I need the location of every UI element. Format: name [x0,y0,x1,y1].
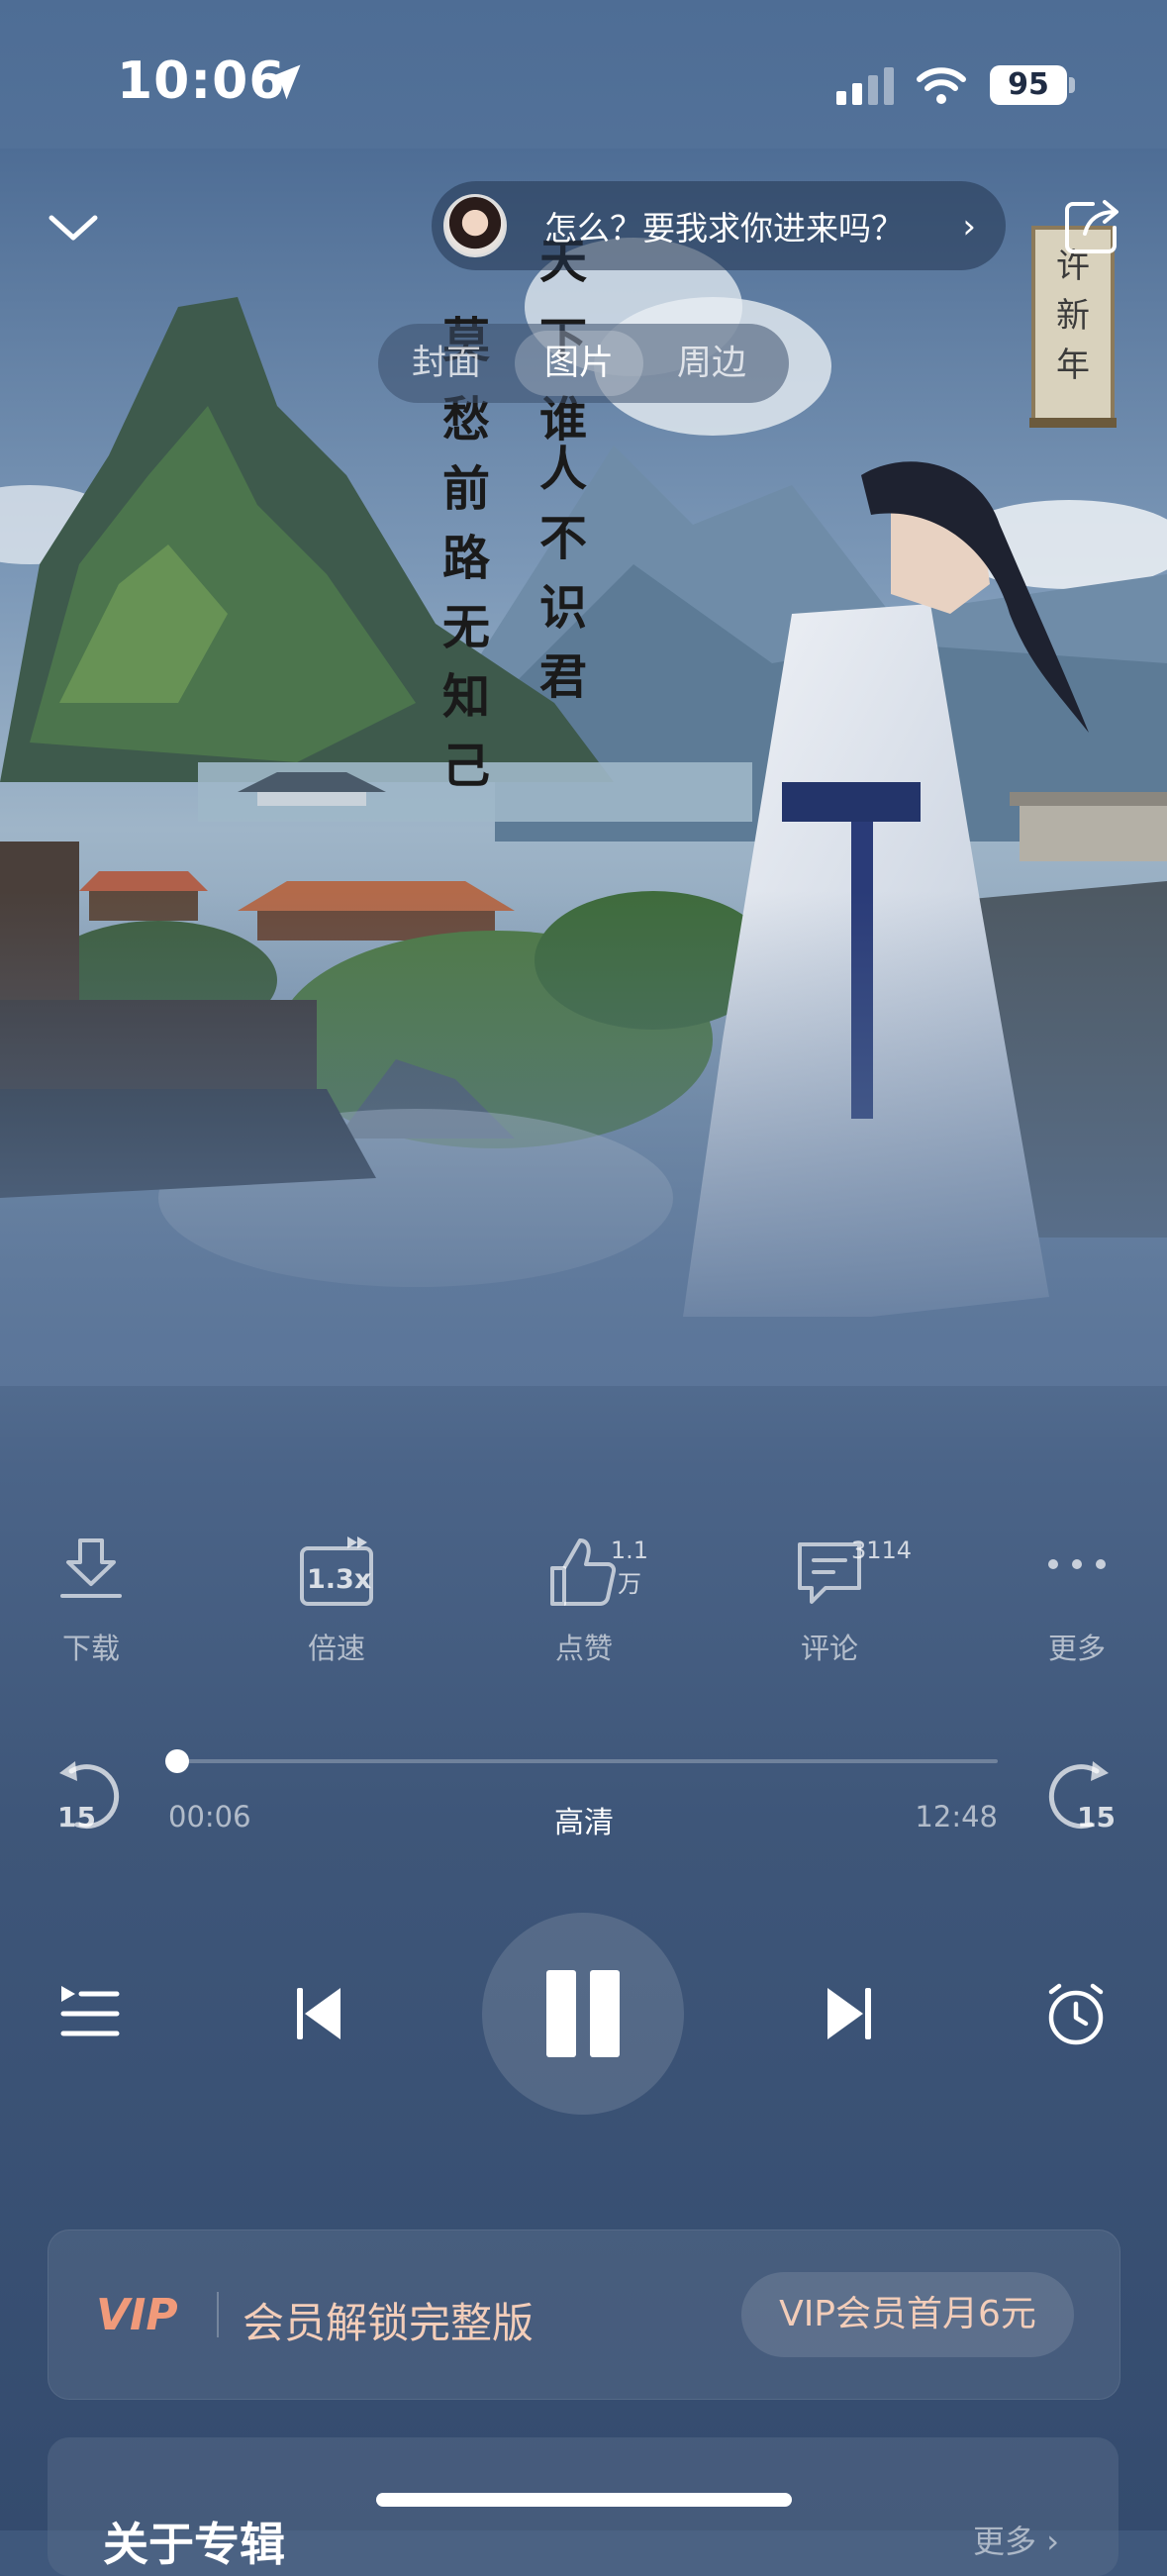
vip-banner[interactable]: VIP 会员解锁完整版 VIP会员首月6元 [48,2229,1120,2400]
download-icon [60,1538,122,1598]
character-avatar [443,194,507,257]
more-dots-icon [1048,1559,1106,1569]
like-label: 点赞 [554,1632,613,1665]
share-icon[interactable] [1063,198,1120,255]
comment-count: 3114 [851,1536,913,1564]
vip-logo-text: VIP [96,2290,178,2340]
media-tabs: 封面 图片 周边 [378,324,789,403]
rewind-15-icon[interactable]: 15 [49,1757,129,1836]
tab-cover[interactable]: 封面 [382,331,511,396]
pause-button[interactable] [482,1913,684,2115]
forward-seconds: 15 [1077,1801,1116,1833]
total-time: 12:48 [915,1800,998,1833]
more-label: 更多 [1047,1632,1106,1665]
chevron-right-icon: › [962,207,976,247]
vip-divider [217,2292,219,2337]
rewind-seconds: 15 [57,1801,96,1833]
album-section-title: 关于专辑 [103,2518,285,2571]
vip-logo: VIP [96,2290,178,2340]
tab-images[interactable]: 图片 [515,331,643,396]
quality-toggle[interactable]: 高清 [535,1798,633,1841]
cellular-signal-icon [836,67,894,105]
download-button[interactable]: 下载 [22,1535,160,1673]
pause-icon-bar [590,1970,620,2057]
more-button[interactable]: 更多 [1008,1535,1146,1673]
vip-subscribe-button[interactable]: VIP会员首月6元 [741,2272,1074,2357]
battery-tip [1069,77,1075,93]
sleep-timer-icon[interactable] [1043,1982,1109,2047]
next-track-icon[interactable] [824,1986,873,2041]
battery-indicator: 95 [990,65,1067,105]
pause-icon [546,1970,576,2057]
speed-value: 1.3x [307,1564,372,1595]
speed-button[interactable]: 1.3x 倍速 [267,1535,406,1673]
album-more-link[interactable]: 更多 › [973,2517,1059,2562]
wifi-icon [917,67,966,104]
previous-track-icon[interactable] [295,1986,344,2041]
collapse-chevron-icon[interactable] [44,198,103,257]
progress-thumb[interactable] [164,1749,189,1773]
current-time: 00:06 [168,1800,251,1833]
status-time: 10:06 [117,51,286,111]
like-button[interactable]: 1.1万 点赞 [515,1535,653,1673]
album-info-card: 关于专辑 更多 › [48,2437,1118,2576]
playlist-icon[interactable] [59,1984,121,2041]
comment-button[interactable]: 3114 评论 [760,1535,912,1673]
status-bar: 10:06 95 [0,0,1167,168]
vip-unlock-text: 会员解锁完整版 [243,2299,535,2347]
character-chat-prompt[interactable]: 怎么？要我求你进来吗？ › [432,181,1006,270]
speed-label: 倍速 [307,1632,365,1665]
location-arrow-icon [265,64,301,100]
forward-15-icon[interactable]: 15 [1039,1757,1118,1836]
home-indicator[interactable] [376,2493,792,2507]
chat-prompt-text: 怎么？要我求你进来吗？ [544,209,904,248]
progress-slider[interactable] [164,1749,998,1773]
action-bar: 下载 1.3x 倍速 1.1万 点赞 3114 评论 更多 [0,1535,1167,1673]
download-label: 下载 [61,1632,120,1665]
comment-label: 评论 [800,1632,858,1665]
tab-merch[interactable]: 周边 [647,331,776,396]
like-count: 1.1万 [610,1536,649,1598]
